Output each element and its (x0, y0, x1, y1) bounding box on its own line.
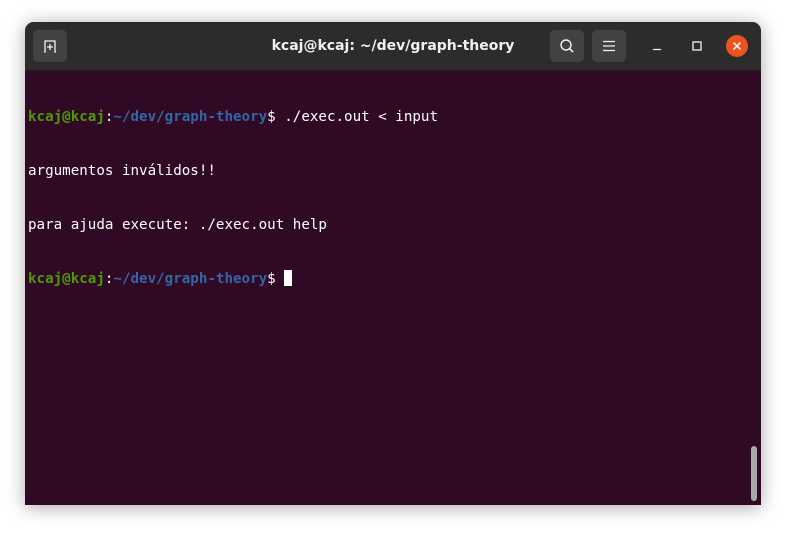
search-icon (560, 39, 574, 53)
title-bar[interactable]: kcaj@kcaj: ~/dev/graph-theory (25, 22, 761, 71)
minimize-button[interactable] (646, 35, 668, 57)
terminal-line-prompt: kcaj@kcaj:~/dev/graph-theory$ ./exec.out… (28, 108, 761, 126)
prompt-user: kcaj@kcaj (28, 271, 105, 287)
command-text: ./exec.out < input (284, 109, 439, 125)
new-tab-button[interactable] (33, 30, 67, 62)
close-button[interactable] (726, 35, 748, 57)
terminal-line-output: argumentos inválidos!! (28, 163, 216, 179)
minimize-icon (653, 48, 661, 51)
scrollbar[interactable] (751, 446, 757, 501)
terminal-output[interactable]: kcaj@kcaj:~/dev/graph-theory$ ./exec.out… (25, 71, 761, 505)
prompt-user: kcaj@kcaj (28, 109, 105, 125)
prompt-path: ~/dev/graph-theory (113, 109, 268, 125)
maximize-button[interactable] (686, 35, 708, 57)
new-tab-icon (44, 40, 56, 53)
maximize-icon (692, 41, 702, 51)
terminal-line-output: para ajuda execute: ./exec.out help (28, 217, 327, 233)
search-button[interactable] (550, 30, 584, 62)
terminal-line-prompt: kcaj@kcaj:~/dev/graph-theory$ (28, 270, 761, 288)
terminal-window: kcaj@kcaj: ~/dev/graph-theory kcaj@kcaj:… (25, 22, 761, 505)
close-icon (732, 41, 742, 51)
text-cursor (284, 270, 293, 286)
prompt-symbol: $ (267, 271, 285, 287)
hamburger-menu-icon (603, 40, 615, 52)
prompt-path: ~/dev/graph-theory (113, 271, 268, 287)
menu-button[interactable] (592, 30, 626, 62)
prompt-symbol: $ (267, 109, 285, 125)
